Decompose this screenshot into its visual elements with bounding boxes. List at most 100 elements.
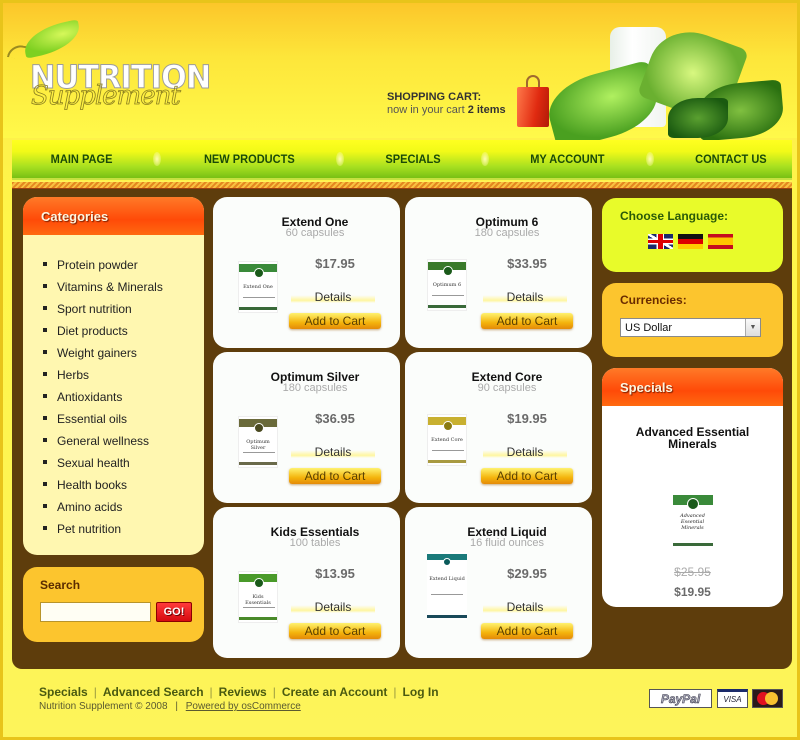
cart-count[interactable]: 2 items (468, 104, 506, 116)
label-band (428, 460, 466, 463)
english-flag-icon[interactable] (648, 234, 673, 249)
category-item[interactable]: Essential oils (43, 408, 204, 430)
category-item[interactable]: Antioxidants (43, 386, 204, 408)
category-item[interactable]: Amino acids (43, 496, 204, 518)
footer-link-specials[interactable]: Specials (39, 685, 88, 699)
category-label[interactable]: Sport nutrition (57, 302, 132, 316)
category-label[interactable]: Health books (57, 478, 127, 492)
category-label[interactable]: Sexual health (57, 456, 130, 470)
label-line (432, 295, 464, 296)
shopping-cart-label[interactable]: SHOPPING CART: (387, 91, 481, 103)
category-item[interactable]: Diet products (43, 320, 204, 342)
label-line (432, 450, 464, 451)
product-details-link[interactable]: Details (483, 600, 567, 614)
spanish-flag-icon[interactable] (708, 234, 733, 249)
product-subtitle: 90 capsules (477, 382, 537, 394)
german-flag-icon[interactable] (678, 234, 703, 249)
product-image[interactable]: Extend Core (427, 414, 467, 466)
add-to-cart-button[interactable]: Add to Cart (481, 623, 573, 639)
bullet-icon (43, 261, 47, 266)
chevron-down-icon[interactable]: ▼ (745, 319, 760, 336)
add-to-cart-button[interactable]: Add to Cart (481, 468, 573, 484)
nav-main-page[interactable]: MAIN PAGE (51, 152, 113, 166)
footer-link-create-account[interactable]: Create an Account (282, 685, 388, 699)
category-label[interactable]: Vitamins & Minerals (57, 280, 163, 294)
bag-body (517, 87, 549, 127)
category-item[interactable]: Weight gainers (43, 342, 204, 364)
paypal-logo-icon: PayPal (649, 689, 712, 708)
product-details-link[interactable]: Details (291, 290, 375, 304)
product-details-link[interactable]: Details (291, 445, 375, 459)
main-nav: MAIN PAGE NEW PRODUCTS SPECIALS MY ACCOU… (12, 140, 792, 180)
product-details-link[interactable]: Details (291, 600, 375, 614)
powered-by-link[interactable]: Powered by osCommerce (186, 701, 301, 712)
nav-divider (645, 152, 654, 166)
footer-link-log-in[interactable]: Log In (403, 685, 439, 699)
category-label[interactable]: Weight gainers (57, 346, 137, 360)
cart-status-text: now in your cart (387, 104, 468, 116)
category-label[interactable]: Antioxidants (57, 390, 122, 404)
nav-specials[interactable]: SPECIALS (385, 152, 440, 166)
category-item[interactable]: Herbs (43, 364, 204, 386)
product-details-link[interactable]: Details (483, 290, 567, 304)
logo-leaf-icon (20, 19, 84, 59)
cart-status: now in your cart 2 items (387, 104, 506, 116)
product-image[interactable]: Extend One (238, 261, 278, 313)
seal-icon (443, 558, 451, 566)
category-item[interactable]: Protein powder (43, 254, 204, 276)
nav-new-products[interactable]: NEW PRODUCTS (203, 152, 294, 166)
add-to-cart-button[interactable]: Add to Cart (289, 313, 381, 329)
seal-icon (443, 266, 453, 276)
category-label[interactable]: General wellness (57, 434, 149, 448)
categories-box: Categories Protein powder Vitamins & Min… (23, 197, 204, 555)
bullet-icon (43, 349, 47, 354)
nav-my-account[interactable]: MY ACCOUNT (530, 152, 604, 166)
special-product-name[interactable]: Advanced Essential Minerals (602, 426, 783, 450)
category-item[interactable]: Pet nutrition (43, 518, 204, 540)
product-image[interactable]: Extend Liquid (427, 552, 467, 620)
label-line (243, 297, 275, 298)
category-label[interactable]: Protein powder (57, 258, 138, 272)
label-line (431, 594, 463, 595)
label-line (243, 607, 275, 608)
footer-link-advanced-search[interactable]: Advanced Search (103, 685, 204, 699)
product-card: Extend Liquid 16 fluid ounces Extend Liq… (405, 507, 592, 658)
category-item[interactable]: Health books (43, 474, 204, 496)
category-item[interactable]: Vitamins & Minerals (43, 276, 204, 298)
category-label[interactable]: Amino acids (57, 500, 122, 514)
specials-box: Specials Advanced Essential Minerals Adv… (602, 368, 783, 607)
category-label[interactable]: Diet products (57, 324, 128, 338)
category-label[interactable]: Essential oils (57, 412, 127, 426)
bullet-icon (43, 305, 47, 310)
footer-separator: | (393, 685, 397, 699)
product-image[interactable]: Kids Essentials (238, 571, 278, 623)
product-image[interactable]: Optimum Silver (238, 416, 278, 468)
category-label[interactable]: Pet nutrition (57, 522, 121, 536)
search-input[interactable] (40, 602, 151, 622)
category-item[interactable]: Sport nutrition (43, 298, 204, 320)
product-image[interactable]: Optimum 6 (427, 259, 467, 311)
footer-link-reviews[interactable]: Reviews (219, 685, 267, 699)
currency-select[interactable]: US Dollar ▼ (620, 318, 761, 337)
add-to-cart-button[interactable]: Add to Cart (289, 468, 381, 484)
add-to-cart-button[interactable]: Add to Cart (289, 623, 381, 639)
image-label: Advanced Essential Minerals (680, 513, 705, 531)
main-content: Categories Protein powder Vitamins & Min… (12, 189, 792, 669)
search-go-button[interactable]: GO! (156, 602, 192, 622)
bullet-icon (43, 415, 47, 420)
shopping-bag-icon[interactable] (517, 75, 549, 127)
category-item[interactable]: General wellness (43, 430, 204, 452)
label-band (239, 617, 277, 620)
nav-contact-us[interactable]: CONTACT US (695, 152, 767, 166)
decorative-stripe (12, 181, 792, 189)
product-details-link[interactable]: Details (483, 445, 567, 459)
footer-separator: | (272, 685, 276, 699)
product-subtitle: 16 fluid ounces (470, 537, 544, 549)
product-price: $19.95 (507, 411, 547, 426)
category-item[interactable]: Sexual health (43, 452, 204, 474)
logo-subtitle: Supplement (31, 81, 182, 112)
category-label[interactable]: Herbs (57, 368, 89, 382)
add-to-cart-button[interactable]: Add to Cart (481, 313, 573, 329)
product-subtitle: 100 tables (289, 537, 341, 549)
special-product-image[interactable]: Advanced Essential Minerals (672, 493, 713, 548)
